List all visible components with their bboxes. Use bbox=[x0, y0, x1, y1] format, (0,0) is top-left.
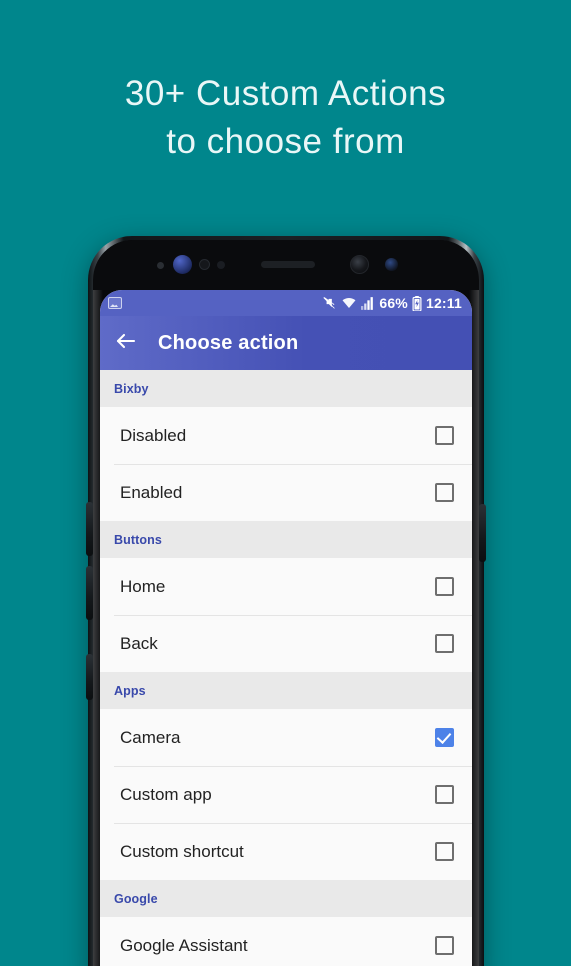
screenshot-image-icon bbox=[108, 297, 122, 309]
checkbox-unchecked[interactable] bbox=[435, 483, 454, 502]
checkbox-unchecked[interactable] bbox=[435, 936, 454, 955]
list-item-label: Back bbox=[120, 633, 158, 653]
status-led-icon bbox=[385, 258, 398, 271]
list-item-label: Home bbox=[120, 576, 166, 596]
wifi-icon bbox=[341, 296, 357, 310]
list-item[interactable]: Disabled bbox=[100, 407, 472, 464]
arrow-back-icon[interactable] bbox=[114, 329, 138, 358]
list-item[interactable]: Camera bbox=[100, 709, 472, 766]
list-item[interactable]: Home bbox=[100, 558, 472, 615]
status-bar-right: 66% 12:11 bbox=[322, 295, 462, 311]
list-item-label: Google Assistant bbox=[120, 935, 248, 955]
phone-mockup: 66% 12:11 Choose action Bixby Disabled E… bbox=[86, 236, 486, 966]
clock-label: 12:11 bbox=[425, 295, 462, 311]
proximity-dot-icon bbox=[157, 262, 164, 269]
checkbox-unchecked[interactable] bbox=[435, 577, 454, 596]
list-item[interactable]: Custom shortcut bbox=[100, 823, 472, 880]
phone-glass: 66% 12:11 Choose action Bixby Disabled E… bbox=[93, 240, 479, 966]
earpiece-speaker-icon bbox=[261, 261, 315, 268]
bixby-key[interactable] bbox=[86, 654, 93, 700]
battery-icon bbox=[412, 295, 422, 311]
light-sensor-icon bbox=[217, 261, 225, 269]
promo-headline-line1: 30+ Custom Actions bbox=[124, 74, 447, 113]
list-item[interactable]: Back bbox=[100, 615, 472, 672]
volume-down-key[interactable] bbox=[86, 566, 93, 620]
section-header-buttons: Buttons bbox=[100, 521, 472, 558]
iris-scanner-icon bbox=[173, 255, 192, 274]
page-title: Choose action bbox=[158, 331, 299, 354]
action-list: Bixby Disabled Enabled Buttons Home Back Apps C… bbox=[100, 370, 472, 966]
power-key[interactable] bbox=[479, 504, 486, 562]
mute-icon bbox=[322, 296, 337, 310]
list-item-label: Enabled bbox=[120, 482, 183, 502]
app-toolbar: Choose action bbox=[100, 316, 472, 370]
signal-icon bbox=[361, 296, 375, 310]
section-header-bixby: Bixby bbox=[100, 370, 472, 407]
status-bar-left bbox=[108, 297, 122, 309]
battery-percent-label: 66% bbox=[379, 295, 408, 311]
front-camera-icon bbox=[350, 255, 369, 274]
section-header-google: Google bbox=[100, 880, 472, 917]
section-header-apps: Apps bbox=[100, 672, 472, 709]
checkbox-unchecked[interactable] bbox=[435, 785, 454, 804]
checkbox-unchecked[interactable] bbox=[435, 426, 454, 445]
list-item-label: Custom app bbox=[120, 784, 212, 804]
list-item[interactable]: Google Assistant bbox=[100, 917, 472, 966]
promo-headline-line2: to choose from bbox=[166, 122, 405, 161]
promo-headline: 30+ Custom Actions to choose from bbox=[0, 70, 571, 166]
proximity-sensor-icon bbox=[199, 259, 210, 270]
checkbox-unchecked[interactable] bbox=[435, 842, 454, 861]
checkbox-unchecked[interactable] bbox=[435, 634, 454, 653]
volume-up-key[interactable] bbox=[86, 502, 93, 556]
list-item-label: Disabled bbox=[120, 425, 187, 445]
list-item-label: Camera bbox=[120, 727, 181, 747]
status-bar: 66% 12:11 bbox=[100, 290, 472, 316]
phone-screen: 66% 12:11 Choose action Bixby Disabled E… bbox=[100, 290, 472, 966]
list-item[interactable]: Custom app bbox=[100, 766, 472, 823]
phone-top-bezel bbox=[93, 240, 479, 290]
list-item[interactable]: Enabled bbox=[100, 464, 472, 521]
checkbox-checked[interactable] bbox=[435, 728, 454, 747]
list-item-label: Custom shortcut bbox=[120, 841, 244, 861]
